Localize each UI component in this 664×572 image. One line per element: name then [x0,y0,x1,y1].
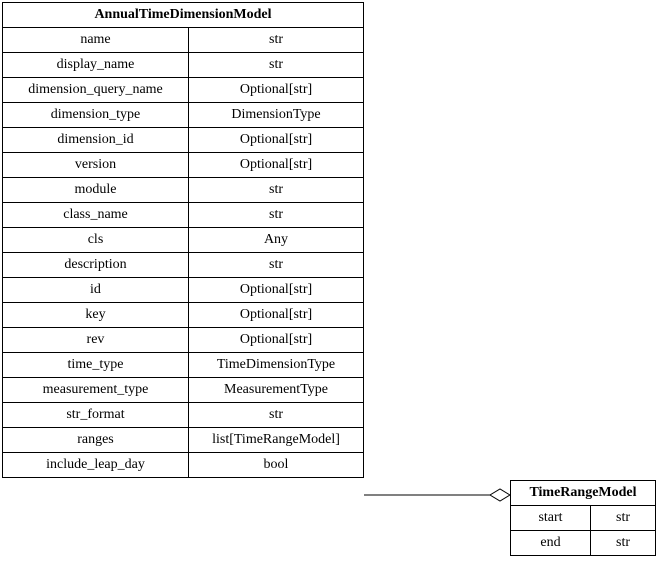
class-time-range-model: TimeRangeModel startstrendstr [510,480,656,556]
attr-type: Any [189,228,363,252]
attr-type: str [189,203,363,227]
attr-row: include_leap_daybool [3,452,363,477]
attr-row: rangeslist[TimeRangeModel] [3,427,363,452]
attr-type: Optional[str] [189,278,363,302]
attr-type: Optional[str] [189,303,363,327]
attr-row: revOptional[str] [3,327,363,352]
attr-type: TimeDimensionType [189,353,363,377]
attr-type: str [189,178,363,202]
class-annual-time-dimension-model: AnnualTimeDimensionModel namestrdisplay_… [2,2,364,478]
attr-name: version [3,153,189,177]
class-attrs: startstrendstr [511,506,655,555]
attr-name: end [511,531,591,555]
attr-type: MeasurementType [189,378,363,402]
attr-name: description [3,253,189,277]
attr-row: modulestr [3,177,363,202]
attr-row: clsAny [3,227,363,252]
attr-type: Optional[str] [189,128,363,152]
aggregation-connector [364,485,510,505]
attr-type: str [189,28,363,52]
attr-type: DimensionType [189,103,363,127]
attr-type: str [189,253,363,277]
attr-type: list[TimeRangeModel] [189,428,363,452]
attr-row: keyOptional[str] [3,302,363,327]
attr-row: time_typeTimeDimensionType [3,352,363,377]
attr-name: start [511,506,591,530]
attr-type: str [189,403,363,427]
attr-name: class_name [3,203,189,227]
attr-row: descriptionstr [3,252,363,277]
class-attrs: namestrdisplay_namestrdimension_query_na… [3,28,363,477]
attr-name: str_format [3,403,189,427]
attr-row: class_namestr [3,202,363,227]
attr-name: ranges [3,428,189,452]
attr-type: bool [189,453,363,477]
attr-row: str_formatstr [3,402,363,427]
attr-name: time_type [3,353,189,377]
attr-row: versionOptional[str] [3,152,363,177]
attr-row: endstr [511,530,655,555]
attr-name: measurement_type [3,378,189,402]
attr-name: module [3,178,189,202]
attr-name: cls [3,228,189,252]
attr-name: id [3,278,189,302]
attr-row: measurement_typeMeasurementType [3,377,363,402]
attr-type: Optional[str] [189,78,363,102]
attr-row: idOptional[str] [3,277,363,302]
attr-type: Optional[str] [189,153,363,177]
attr-row: dimension_typeDimensionType [3,102,363,127]
attr-row: dimension_query_nameOptional[str] [3,77,363,102]
attr-row: dimension_idOptional[str] [3,127,363,152]
attr-name: dimension_type [3,103,189,127]
attr-name: rev [3,328,189,352]
attr-row: display_namestr [3,52,363,77]
attr-row: startstr [511,506,655,530]
attr-name: display_name [3,53,189,77]
attr-type: str [189,53,363,77]
attr-type: Optional[str] [189,328,363,352]
attr-name: dimension_query_name [3,78,189,102]
attr-name: name [3,28,189,52]
class-title: TimeRangeModel [511,481,655,506]
attr-name: dimension_id [3,128,189,152]
attr-type: str [591,531,655,555]
attr-name: key [3,303,189,327]
attr-row: namestr [3,28,363,52]
class-title: AnnualTimeDimensionModel [3,3,363,28]
attr-type: str [591,506,655,530]
attr-name: include_leap_day [3,453,189,477]
